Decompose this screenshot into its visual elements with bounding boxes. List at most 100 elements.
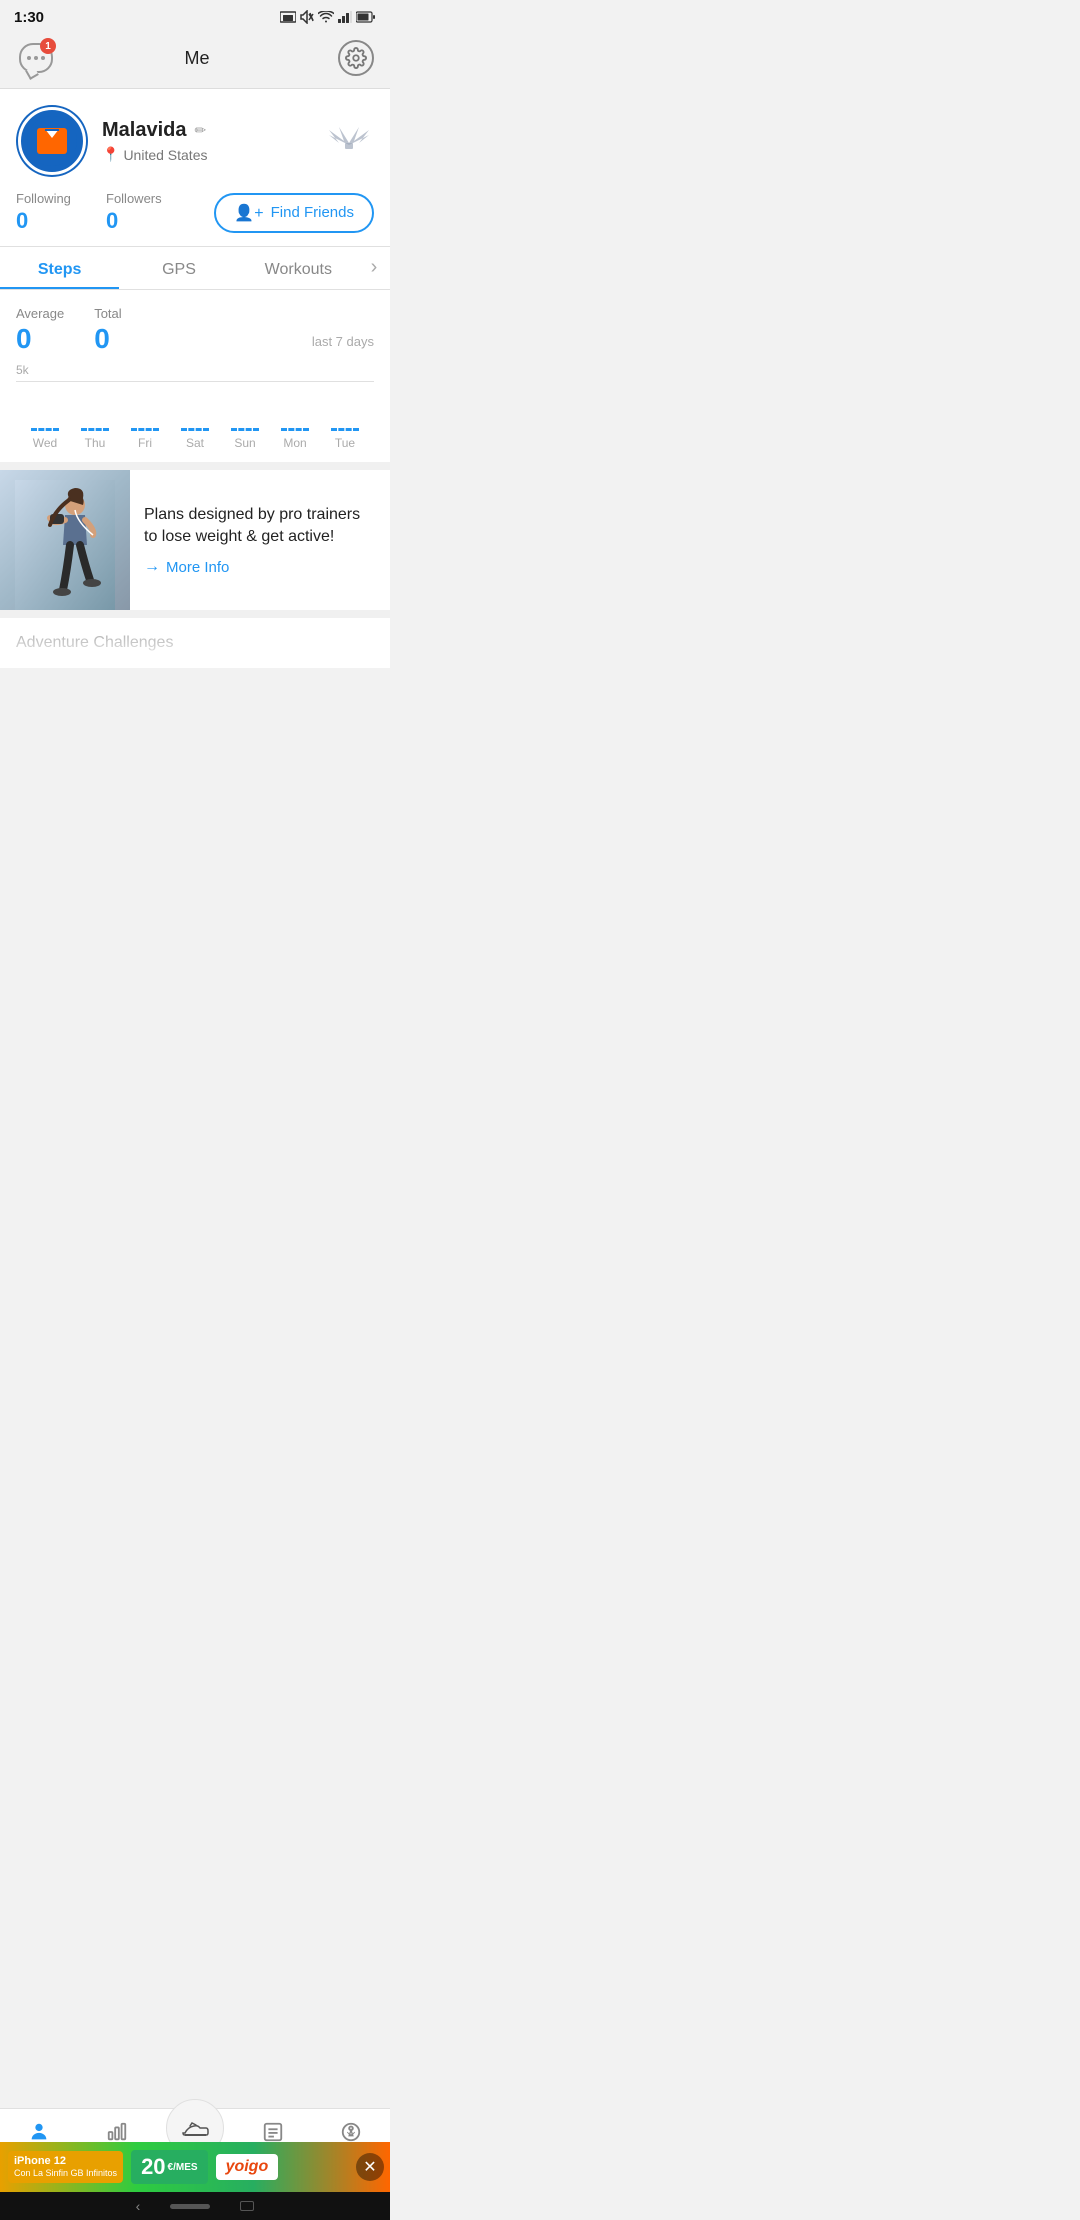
- bar-mon: Mon: [270, 428, 320, 450]
- ad-brand: yoigo: [226, 2158, 269, 2175]
- bars-area: Wed Thu Fri Sat Sun Mon: [16, 390, 374, 450]
- following-block[interactable]: Following 0: [16, 191, 106, 234]
- chart-y-axis: 5k: [16, 363, 374, 377]
- steps-content: Average 0 Total 0 last 7 days 5k Wed Thu…: [0, 290, 390, 470]
- bar-label-mon: Mon: [283, 436, 306, 450]
- runner-illustration: [10, 480, 120, 610]
- tabs-row: Steps GPS Workouts ›: [0, 247, 390, 289]
- profile-top: Malavida ✏ 📍 United States: [16, 105, 374, 177]
- ad-price: 20 €/MES: [131, 2150, 208, 2184]
- chat-button[interactable]: 1: [16, 38, 56, 78]
- location-text: United States: [123, 147, 207, 163]
- total-label: Total: [94, 306, 121, 321]
- bar-sat: Sat: [170, 428, 220, 450]
- status-bar: 1:30: [0, 0, 390, 32]
- bar-label-sun: Sun: [234, 436, 255, 450]
- settings-button[interactable]: [338, 40, 374, 76]
- bar-thu: Thu: [70, 428, 120, 450]
- ad-phone-text: iPhone 12: [14, 2155, 117, 2168]
- ad-unit: €/MES: [168, 2162, 198, 2173]
- ad-subtext: Con La Sinfin GB Infinitos: [14, 2168, 117, 2179]
- settings-icon: [345, 47, 367, 69]
- more-info-link[interactable]: → More Info: [144, 558, 376, 576]
- tab-workouts[interactable]: Workouts: [239, 247, 358, 289]
- profile-name: Malavida: [102, 119, 186, 142]
- steps-stats-row: Average 0 Total 0 last 7 days: [16, 306, 374, 355]
- bar-dash-fri: [131, 428, 159, 432]
- average-stat: Average 0: [16, 306, 64, 355]
- profile-section: Malavida ✏ 📍 United States Following 0 F…: [0, 89, 390, 247]
- average-value: 0: [16, 323, 64, 355]
- status-time: 1:30: [14, 9, 44, 26]
- battery-icon: [356, 11, 376, 23]
- signal-icon: [338, 11, 352, 23]
- profile-name-row: Malavida ✏: [102, 119, 310, 142]
- page-title: Me: [184, 48, 209, 69]
- bar-label-wed: Wed: [33, 436, 57, 450]
- followers-block[interactable]: Followers 0: [106, 191, 196, 234]
- bar-label-thu: Thu: [85, 436, 106, 450]
- bar-dash-thu: [81, 428, 109, 432]
- find-friends-button[interactable]: 👤+ Find Friends: [214, 193, 374, 233]
- status-icons: [280, 10, 376, 24]
- profile-info: Malavida ✏ 📍 United States: [102, 119, 310, 163]
- promo-card: Plans designed by pro trainers to lose w…: [0, 470, 390, 618]
- arrow-right-icon: →: [144, 558, 160, 576]
- tab-steps[interactable]: Steps: [0, 247, 119, 289]
- avatar[interactable]: [16, 105, 88, 177]
- find-friends-label: Find Friends: [271, 204, 354, 221]
- tab-more-icon[interactable]: ›: [358, 256, 390, 289]
- top-navigation: 1 Me: [0, 32, 390, 89]
- promo-text: Plans designed by pro trainers to lose w…: [130, 470, 390, 610]
- bar-dash-tue: [331, 428, 359, 432]
- average-label: Average: [16, 306, 64, 321]
- bar-sun: Sun: [220, 428, 270, 450]
- adventure-section: Adventure Challenges: [0, 618, 390, 668]
- followers-value: 0: [106, 208, 196, 234]
- cast-icon: [280, 10, 296, 24]
- recents-button[interactable]: [240, 2201, 254, 2211]
- bar-dash-sat: [181, 428, 209, 432]
- wifi-icon: [318, 11, 334, 23]
- shoe-icon: [180, 2113, 210, 2143]
- location-icon: 📍: [102, 146, 119, 163]
- social-stats: Following 0 Followers 0 👤+ Find Friends: [16, 191, 374, 234]
- chat-dots: [27, 56, 45, 60]
- profile-location: 📍 United States: [102, 146, 310, 163]
- home-indicator[interactable]: [170, 2204, 210, 2209]
- tabs-section: Steps GPS Workouts ›: [0, 247, 390, 290]
- bar-dash-sun: [231, 428, 259, 432]
- following-value: 0: [16, 208, 106, 234]
- edit-icon[interactable]: ✏: [194, 122, 206, 139]
- ad-product: iPhone 12 Con La Sinfin GB Infinitos: [8, 2151, 123, 2183]
- bar-label-tue: Tue: [335, 436, 355, 450]
- followers-label: Followers: [106, 191, 196, 206]
- promo-image: [0, 470, 130, 610]
- ad-brand-block: yoigo: [216, 2154, 279, 2180]
- back-button[interactable]: ‹: [136, 2198, 141, 2214]
- bar-dash-mon: [281, 428, 309, 432]
- total-stat: Total 0: [94, 306, 121, 355]
- bar-tue: Tue: [320, 428, 370, 450]
- tab-gps[interactable]: GPS: [119, 247, 238, 289]
- adventure-overlay: [0, 628, 390, 668]
- chart-baseline: [16, 381, 374, 382]
- chart-area: 5k Wed Thu Fri Sat Sun: [16, 363, 374, 450]
- android-nav-bar: ‹: [0, 2192, 390, 2220]
- bar-fri: Fri: [120, 428, 170, 450]
- bar-label-fri: Fri: [138, 436, 152, 450]
- wings-badge: [324, 125, 374, 155]
- badge-icon: [324, 125, 374, 158]
- ad-content: iPhone 12 Con La Sinfin GB Infinitos 20 …: [0, 2150, 356, 2184]
- ad-amount: 20: [141, 2154, 165, 2180]
- bar-label-sat: Sat: [186, 436, 204, 450]
- avatar-logo: [27, 116, 77, 166]
- chat-badge: 1: [40, 38, 56, 54]
- add-person-icon: 👤+: [234, 203, 263, 223]
- ad-close-button[interactable]: ✕: [356, 2153, 384, 2181]
- total-value: 0: [94, 323, 121, 355]
- bar-wed: Wed: [20, 428, 70, 450]
- mute-icon: [300, 10, 314, 24]
- ad-banner: iPhone 12 Con La Sinfin GB Infinitos 20 …: [0, 2142, 390, 2192]
- more-info-label: More Info: [166, 559, 229, 576]
